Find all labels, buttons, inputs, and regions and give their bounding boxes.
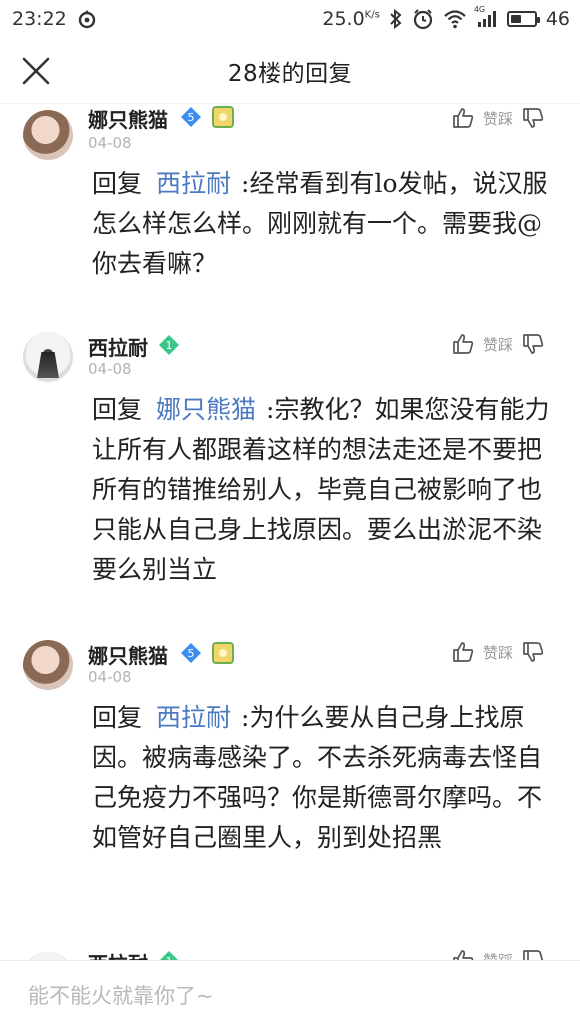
alarm-icon <box>412 8 434 30</box>
like-dislike-control[interactable]: 赞踩 <box>451 332 545 356</box>
mention-link[interactable]: 西拉耐 <box>156 703 231 732</box>
reply-list[interactable]: 娜只熊猫 5 04-08 赞踩 回复 西拉耐:经常看到有lo发帖，说汉服怎么样怎么… <box>0 104 580 960</box>
reply-body: 回复 娜只熊猫:宗教化？如果您没有能力让所有人都跟着这样的想法走还是不要把所有的错… <box>92 390 562 590</box>
avatar[interactable] <box>23 332 73 382</box>
level-badge-icon: 5 <box>181 107 201 127</box>
wifi-icon <box>443 9 467 29</box>
thumbs-down-icon[interactable] <box>521 640 545 664</box>
medal-icon <box>212 642 234 664</box>
level-number: 5 <box>188 647 195 660</box>
thumbs-down-icon[interactable] <box>521 106 545 130</box>
level-badge-icon: 1 <box>160 951 178 960</box>
level-number: 5 <box>188 111 195 124</box>
battery-fill <box>510 15 521 23</box>
reply-date: 04-08 <box>88 668 132 686</box>
reply-item: 西拉耐 1 赞踩 <box>0 942 580 960</box>
thumbs-down-icon[interactable] <box>521 948 545 960</box>
network-type: 4G <box>473 5 486 14</box>
clock: 23:22 <box>12 8 67 30</box>
avatar[interactable] <box>23 952 73 960</box>
like-dislike-control[interactable]: 赞踩 <box>451 948 545 960</box>
level-badge-icon: 5 <box>181 643 201 663</box>
close-button[interactable] <box>20 55 52 87</box>
like-label: 赞踩 <box>483 950 513 961</box>
cellular-signal-icon: 4G <box>474 5 498 29</box>
like-dislike-control[interactable]: 赞踩 <box>451 640 545 664</box>
reply-input-bar <box>0 960 580 1031</box>
reply-date: 04-08 <box>88 134 132 152</box>
thumbs-up-icon[interactable] <box>451 332 475 356</box>
title-bar: 28楼的回复 <box>0 38 580 104</box>
like-label: 赞踩 <box>483 335 514 354</box>
reply-prefix: 回复 <box>92 395 143 424</box>
username[interactable]: 西拉耐 <box>88 948 148 960</box>
app-notification-icon <box>77 9 97 29</box>
mention-link[interactable]: 娜只熊猫 <box>156 395 256 424</box>
like-label: 赞踩 <box>483 643 514 662</box>
avatar[interactable] <box>23 640 73 690</box>
network-speed-value: 25.0 <box>322 8 365 30</box>
status-right: 25.0K/s 4G 46 <box>322 5 570 30</box>
reply-body: 回复 西拉耐:为什么要从自己身上找原因。被病毒感染了。不去杀死病毒去怪自己免疫力不… <box>92 698 562 858</box>
reply-item: 西拉耐 1 04-08 赞踩 回复 娜只熊猫:宗教化？如果您没有能力让所有人都跟着… <box>0 320 580 610</box>
thumbs-up-icon[interactable] <box>451 948 475 960</box>
reply-body: 回复 西拉耐:经常看到有lo发帖，说汉服怎么样怎么样。刚刚就有一个。需要我@你去看… <box>92 164 562 284</box>
battery-icon <box>506 11 540 27</box>
network-speed-unit: K/s <box>364 9 380 21</box>
close-icon <box>22 57 50 85</box>
reply-item: 娜只熊猫 5 04-08 赞踩 回复 西拉耐:经常看到有lo发帖，说汉服怎么样怎么… <box>0 104 580 314</box>
thumbs-down-icon[interactable] <box>521 332 545 356</box>
username[interactable]: 娜只熊猫 <box>88 104 168 133</box>
thumbs-up-icon[interactable] <box>451 106 475 130</box>
thumbs-up-icon[interactable] <box>451 640 475 664</box>
page-title: 28楼的回复 <box>227 60 353 87</box>
mention-link[interactable]: 西拉耐 <box>156 169 231 198</box>
reply-prefix: 回复 <box>92 703 143 732</box>
username[interactable]: 西拉耐 <box>88 332 148 361</box>
like-dislike-control[interactable]: 赞踩 <box>451 106 545 130</box>
reply-item: 娜只熊猫 5 04-08 赞踩 回复 西拉耐:为什么要从自己身上找原因。被病毒感染… <box>0 628 580 898</box>
network-speed: 25.0K/s <box>322 8 379 30</box>
bluetooth-icon <box>389 9 403 29</box>
status-left: 23:22 <box>12 8 97 30</box>
medal-icon <box>212 106 234 128</box>
battery-level: 46 <box>545 8 570 30</box>
level-badge-icon: 1 <box>159 335 179 355</box>
reply-date: 04-08 <box>88 360 132 378</box>
status-bar: 23:22 25.0K/s 4G 46 <box>0 0 580 38</box>
reply-input[interactable] <box>28 979 548 1013</box>
like-label: 赞踩 <box>483 109 514 128</box>
reply-prefix: 回复 <box>92 169 143 198</box>
username[interactable]: 娜只熊猫 <box>88 640 168 669</box>
avatar[interactable] <box>23 110 73 160</box>
level-number: 1 <box>166 339 173 352</box>
